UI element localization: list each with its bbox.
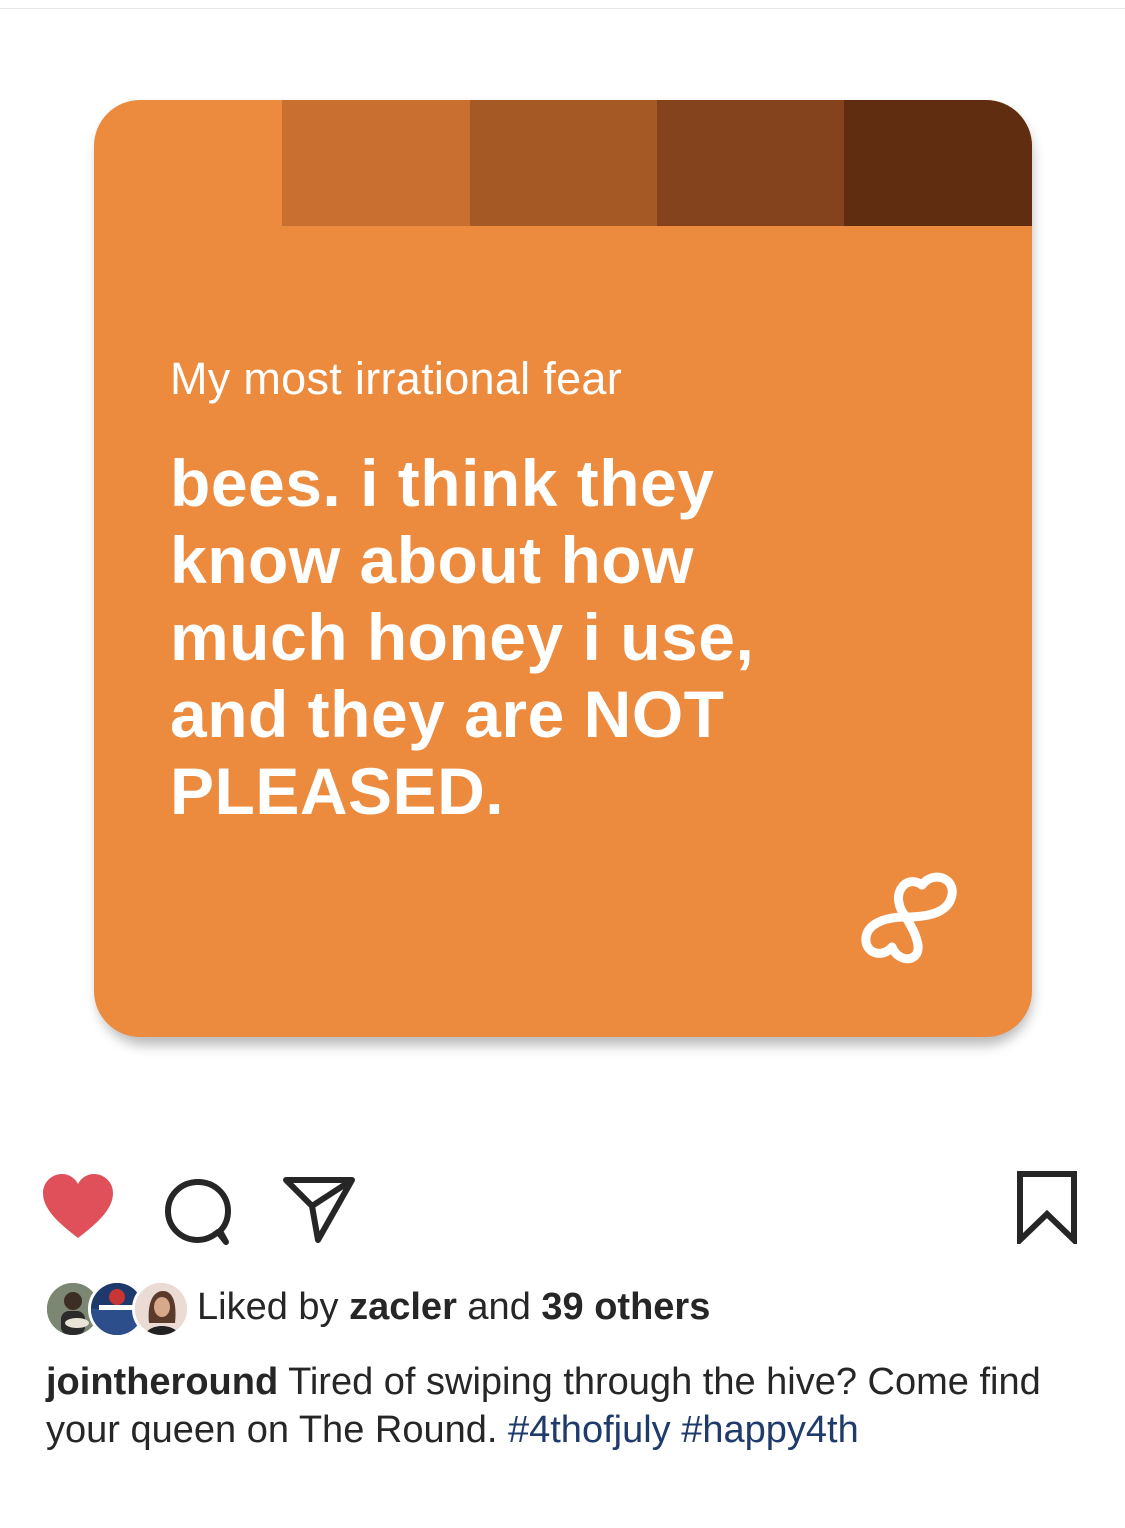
answer-line: much honey i use, — [170, 600, 755, 674]
comment-icon[interactable] — [160, 1174, 236, 1246]
answer-line: know about how — [170, 523, 694, 597]
card-prompt: My most irrational fear — [170, 353, 623, 404]
top-divider — [0, 8, 1125, 9]
answer-line: bees. i think they — [170, 446, 715, 520]
card-answer: bees. i think they know about how much h… — [170, 445, 970, 830]
likes-middle: and — [467, 1286, 531, 1328]
avatar-photo-icon — [135, 1283, 187, 1335]
color-swatch-3 — [657, 100, 845, 226]
likes-text: Liked by zacler and 39 others — [197, 1286, 710, 1329]
answer-line: PLEASED. — [170, 754, 505, 828]
caption-username-link[interactable]: jointheround — [46, 1361, 278, 1403]
caption: jointheround Tired of swiping through th… — [46, 1358, 1086, 1454]
paper-plane-icon[interactable] — [282, 1172, 356, 1244]
answer-line: and they are NOT — [170, 677, 725, 751]
the-round-logo-icon — [861, 872, 957, 964]
color-swatch-4 — [844, 100, 1032, 226]
post-image[interactable]: My most irrational fear bees. i think th… — [94, 100, 1032, 1037]
liked-by-user-link[interactable]: zacler — [349, 1286, 457, 1328]
hashtag-link[interactable]: #4thofjuly — [508, 1409, 671, 1451]
likes-others-link[interactable]: 39 others — [541, 1286, 710, 1328]
action-bar — [0, 1160, 1125, 1250]
likes-row[interactable]: Liked by zacler and 39 others — [44, 1280, 1104, 1338]
avatar[interactable] — [132, 1280, 190, 1338]
likes-prefix: Liked by — [197, 1286, 339, 1328]
heart-filled-icon[interactable] — [40, 1172, 116, 1242]
bookmark-icon[interactable] — [1014, 1170, 1080, 1244]
color-swatch-2 — [470, 100, 658, 226]
hashtag-link[interactable]: #happy4th — [681, 1409, 859, 1451]
color-swatch-1 — [282, 100, 470, 226]
